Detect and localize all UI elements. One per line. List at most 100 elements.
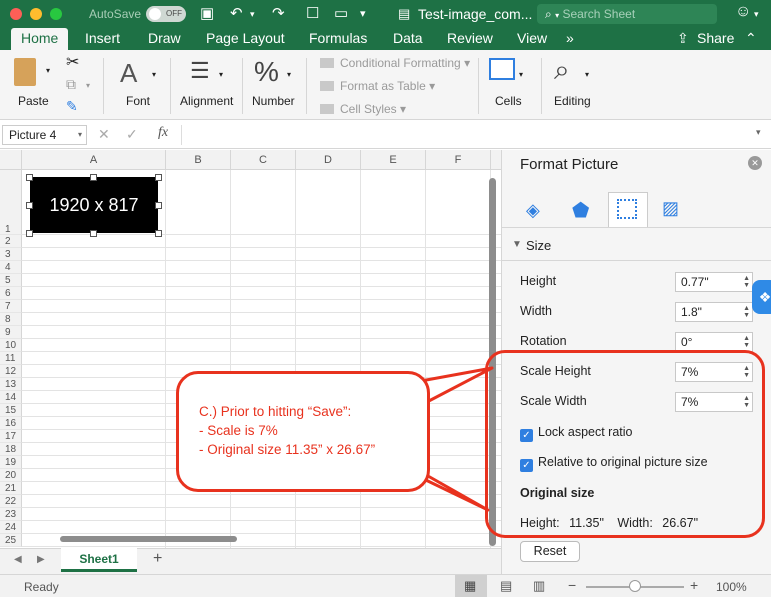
cancel-icon[interactable]: ✕ [98,126,110,143]
close-window-button[interactable] [10,8,22,20]
cut-icon[interactable]: ✂ [66,52,79,72]
column-header-partial[interactable] [491,150,501,170]
undo-icon[interactable]: ↶ [230,4,243,22]
search-input[interactable]: ⌕ ▾ Search Sheet [537,4,717,24]
row-header[interactable]: 7 [0,300,22,313]
font-icon[interactable]: A [120,58,137,89]
tab-data[interactable]: Data [393,30,423,46]
share-icon[interactable]: ⇪ [677,30,689,47]
save-icon[interactable]: ▣ [200,4,214,22]
select-all-corner[interactable] [0,150,22,170]
sheet-tab[interactable]: Sheet1 [61,548,137,572]
font-button[interactable]: Font [126,94,150,108]
effects-tab-icon[interactable]: ⬟ [572,198,589,223]
column-header[interactable]: E [361,150,426,170]
font-dropdown-icon[interactable]: ▾ [152,70,156,79]
redo-icon[interactable]: ↷ [272,4,285,22]
row-header[interactable]: 15 [0,404,22,417]
customize-toolbar-icon[interactable]: ▾ [360,7,366,20]
number-button[interactable]: Number [252,94,295,108]
add-sheet-icon[interactable]: + [153,550,162,568]
tab-insert[interactable]: Insert [85,30,120,46]
alignment-dropdown-icon[interactable]: ▾ [219,70,223,79]
autosave-toggle[interactable]: OFF [146,6,186,22]
collapse-ribbon-icon[interactable]: ⌃ [745,30,757,47]
tab-formulas[interactable]: Formulas [309,30,367,46]
fill-line-tab-icon[interactable]: ◈ [526,200,540,221]
insert-function-icon[interactable]: fx [158,125,168,141]
row-header[interactable]: 9 [0,326,22,339]
zoom-in-icon[interactable]: + [690,577,698,593]
tab-view[interactable]: View [517,30,547,46]
resize-handle[interactable] [90,174,97,181]
feedback-dropdown-icon[interactable]: ▾ [754,9,759,20]
row-header[interactable]: 1 [0,170,22,235]
horizontal-scrollbar[interactable] [60,536,237,542]
resize-handle[interactable] [155,202,162,209]
cells-dropdown-icon[interactable]: ▾ [519,70,523,79]
tab-draw[interactable]: Draw [148,30,181,46]
zoom-window-button[interactable] [50,8,62,20]
column-header[interactable]: A [22,150,166,170]
row-header[interactable]: 11 [0,352,22,365]
next-sheet-icon[interactable]: ▶ [37,554,45,565]
resize-handle[interactable] [26,174,33,181]
paste-icon[interactable] [14,58,36,86]
picture-tab-icon[interactable]: ▨ [662,198,679,219]
resize-handle[interactable] [155,174,162,181]
size-section-header[interactable]: Size [526,238,551,253]
selected-picture[interactable]: 1920 x 817 [30,177,158,233]
row-header[interactable]: 5 [0,274,22,287]
cells-button[interactable]: Cells [495,94,522,108]
number-dropdown-icon[interactable]: ▾ [287,70,291,79]
zoom-level[interactable]: 100% [716,580,747,594]
tab-home[interactable]: Home [11,28,69,50]
editing-button[interactable]: Editing [554,94,591,108]
open-folder-icon[interactable]: ▭ [334,4,348,22]
new-document-icon[interactable]: ☐ [306,4,319,22]
rotation-input[interactable]: 0° ▲ ▼ [675,332,753,352]
resize-handle[interactable] [26,230,33,237]
column-header[interactable]: C [231,150,296,170]
minimize-window-button[interactable] [30,8,42,20]
format-painter-icon[interactable]: ✎ [66,98,78,115]
cell-styles-button[interactable]: Cell Styles ▾ [320,102,406,116]
editing-dropdown-icon[interactable]: ▾ [585,70,589,79]
tab-review[interactable]: Review [447,30,493,46]
row-header[interactable]: 24 [0,521,22,534]
resize-handle[interactable] [26,202,33,209]
undo-dropdown-icon[interactable]: ▾ [250,9,255,20]
column-header[interactable]: B [166,150,231,170]
row-header[interactable]: 14 [0,391,22,404]
reset-button[interactable]: Reset [520,541,580,562]
row-header[interactable]: 3 [0,248,22,261]
prev-sheet-icon[interactable]: ◀ [14,554,22,565]
row-header[interactable]: 13 [0,378,22,391]
alignment-icon[interactable]: ☰ [190,58,210,84]
more-tabs-icon[interactable]: » [566,30,574,46]
name-box-dropdown-icon[interactable]: ▾ [78,126,82,144]
format-as-table-button[interactable]: Format as Table ▾ [320,79,435,93]
row-header[interactable]: 8 [0,313,22,326]
collapse-section-icon[interactable]: ▼ [512,239,522,250]
row-header[interactable]: 17 [0,430,22,443]
row-header[interactable]: 12 [0,365,22,378]
zoom-out-icon[interactable]: − [568,577,576,593]
smiley-feedback-icon[interactable]: ☺ [735,3,751,21]
cells-icon[interactable] [489,58,515,80]
row-header[interactable]: 22 [0,495,22,508]
row-header[interactable]: 10 [0,339,22,352]
column-header[interactable]: F [426,150,491,170]
number-format-icon[interactable]: % [254,56,279,88]
enter-icon[interactable]: ✓ [126,126,138,143]
resize-handle[interactable] [155,230,162,237]
conditional-formatting-button[interactable]: Conditional Formatting ▾ [320,56,470,70]
row-header[interactable]: 18 [0,443,22,456]
row-header[interactable]: 25 [0,534,22,547]
row-header[interactable]: 16 [0,417,22,430]
paste-dropdown-icon[interactable]: ▾ [46,66,50,75]
copy-dropdown-icon[interactable]: ▾ [86,81,90,90]
resize-handle[interactable] [90,230,97,237]
row-header[interactable]: 6 [0,287,22,300]
height-stepper[interactable]: ▲ ▼ [743,275,750,289]
